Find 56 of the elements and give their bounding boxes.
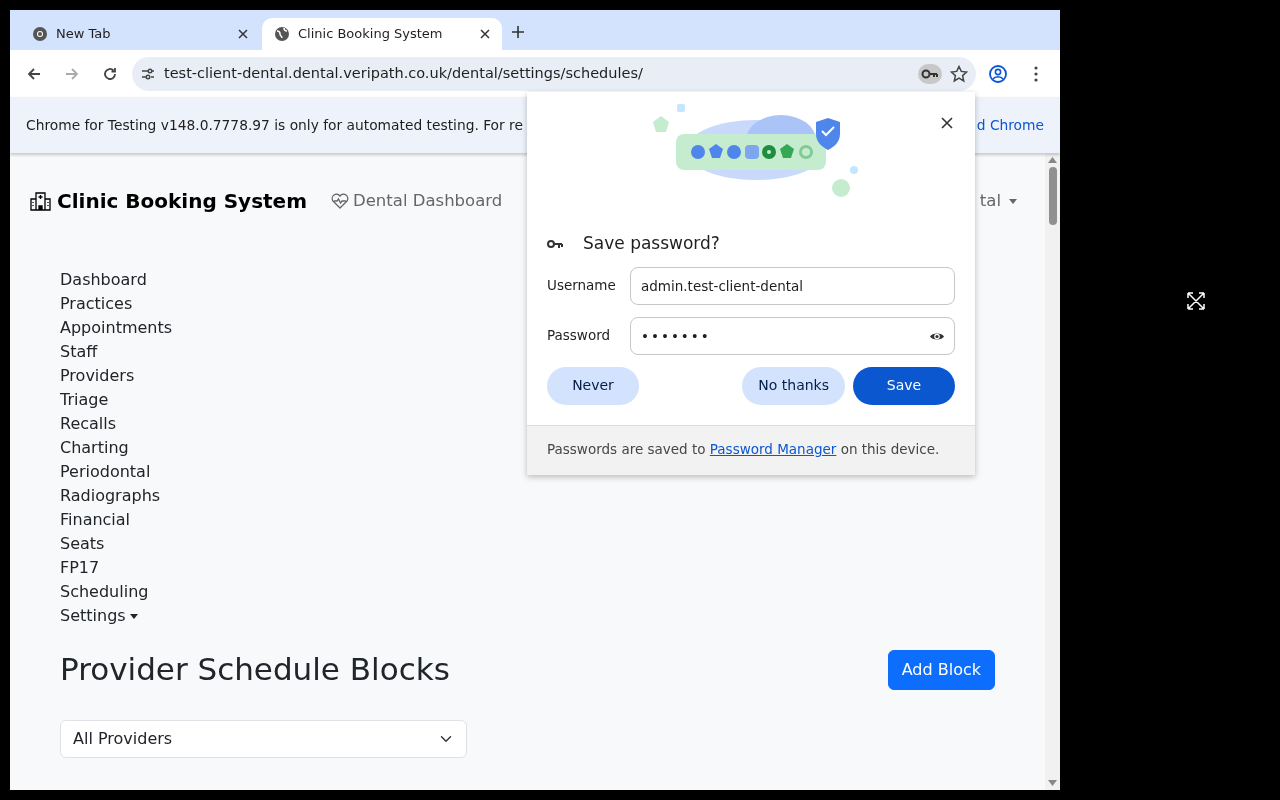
scrollbar-thumb[interactable] xyxy=(1048,167,1057,225)
sidebar-link[interactable]: Settings xyxy=(60,604,138,628)
dialog-button[interactable]: No thanks xyxy=(742,366,845,405)
hospital-icon xyxy=(30,191,51,211)
password-label: Password xyxy=(547,326,612,346)
sidebar-link[interactable]: Recalls xyxy=(60,412,117,436)
move-cursor-icon xyxy=(1186,291,1206,311)
sidebar-link[interactable]: Charting xyxy=(60,436,129,460)
sidebar-link[interactable]: Radiographs xyxy=(60,484,161,508)
username-label: Username xyxy=(547,276,617,296)
sidebar-link[interactable]: Practices xyxy=(60,292,133,316)
address-bar[interactable]: test-client-dental.dental.veripath.co.uk/dental/settings/schedules/ xyxy=(132,56,976,91)
globe-icon xyxy=(274,26,290,42)
plus-icon[interactable] xyxy=(512,25,524,38)
dialog-title: Save password? xyxy=(583,232,720,255)
sidebar-link[interactable]: Scheduling xyxy=(60,580,149,604)
add-block-button[interactable]: Add Block xyxy=(887,650,995,690)
page-heading: Provider Schedule Blocks xyxy=(60,651,450,689)
sidebar-link[interactable]: Staff xyxy=(60,340,98,364)
dialog-button[interactable]: Save xyxy=(853,366,955,405)
browser-tab[interactable]: New Tab xyxy=(20,18,260,50)
close-icon[interactable] xyxy=(238,29,248,39)
sidebar-link[interactable]: Triage xyxy=(60,388,109,412)
sidebar-link[interactable]: FP17 xyxy=(60,556,100,580)
scrollbar[interactable] xyxy=(1045,153,1060,790)
info-bar-link[interactable]: d Chrome xyxy=(976,114,1044,136)
chrome-icon xyxy=(32,26,48,42)
key-icon xyxy=(547,238,563,249)
info-bar-message: Chrome for Testing v148.0.7778.97 is only for automated testing. For re xyxy=(26,115,523,135)
dialog-footer-text: Passwords are saved to Password Manager on this device. xyxy=(527,424,975,475)
caret-icon xyxy=(1009,198,1017,204)
scroll-down-icon[interactable] xyxy=(1048,780,1057,786)
close-icon[interactable] xyxy=(480,29,490,39)
password-field[interactable]: ••••••• xyxy=(630,316,955,355)
user-menu[interactable]: tal xyxy=(979,188,1017,214)
password-manager-link[interactable]: Password Manager xyxy=(709,440,837,457)
url-text: test-client-dental.dental.veripath.co.uk/dental/settings/schedules/ xyxy=(164,63,644,83)
sidebar-link[interactable]: Periodontal xyxy=(60,460,151,484)
bookmark-star-icon[interactable] xyxy=(950,64,968,83)
brand-title[interactable]: Clinic Booking System xyxy=(57,186,307,216)
sidebar-link[interactable]: Appointments xyxy=(60,316,173,340)
sidebar-link[interactable]: Dashboard xyxy=(60,268,147,292)
heart-pulse-icon xyxy=(331,193,349,209)
reload-icon[interactable] xyxy=(102,65,118,82)
sidebar-link[interactable]: Providers xyxy=(60,364,135,388)
provider-select[interactable]: All Providers xyxy=(60,720,467,758)
sidebar-link[interactable]: Seats xyxy=(60,532,105,556)
key-icon[interactable] xyxy=(918,63,942,84)
username-field[interactable]: admin.test-client-dental xyxy=(630,266,955,305)
caret-icon xyxy=(129,613,138,619)
sidebar-link[interactable]: Financial xyxy=(60,508,131,532)
dialog-button[interactable]: Never xyxy=(547,366,639,405)
scroll-up-icon[interactable] xyxy=(1048,157,1057,163)
nav-link[interactable]: Dental Dashboard xyxy=(331,188,503,214)
back-icon[interactable] xyxy=(26,65,42,82)
browser-tab[interactable]: Clinic Booking System xyxy=(262,18,502,50)
